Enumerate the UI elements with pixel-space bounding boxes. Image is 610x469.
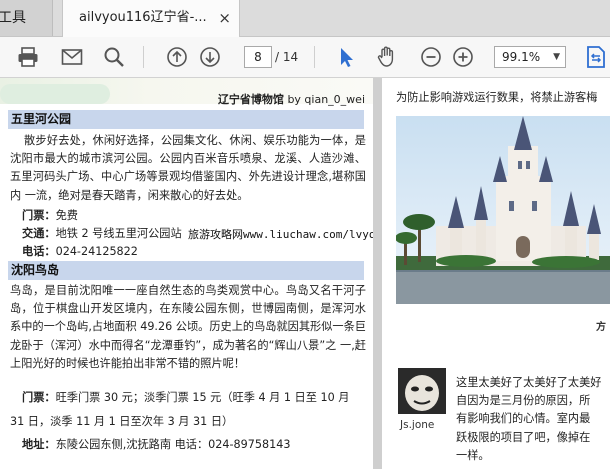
pdf-page-right: 为防止影响游戏运行数果，将禁止游客梅 方 Js.jone 这里太美好了太美好了太… [382,78,610,469]
tab-bar: 工具 ailvyou116辽宁省-... × [0,0,610,37]
document-viewport[interactable]: 辽宁省博物馆 by qian_0_wei 五里河公园 散步好去处，休闲好选择，公… [0,78,610,469]
watermark-text: 旅游攻略网www.liuchaw.com/lvyou/ailvyou [188,228,373,241]
page-total: / 14 [275,50,299,64]
address-line: 地址：东陵公园东侧,沈抚路南 电话：024-89758143 [22,438,291,451]
select-tool-icon[interactable] [334,45,358,69]
toolbar-separator [314,46,315,68]
zoom-in-icon[interactable] [451,45,475,69]
tab-document-label: ailvyou116辽宁省-... [79,10,207,25]
photo-caption: 方 [596,322,606,333]
comment-line: 跃极限的项目了吧，像掉在 [456,430,591,444]
section-body: 鸟岛，是目前沈阳唯一一座自然生态的鸟类观赏中心。鸟岛又名干河子岛，位于棋盘山开发… [10,284,366,370]
zoom-value: 99.1% [502,50,541,64]
page-number-input[interactable]: 8 [244,46,272,68]
comment-line: 自因为是三月份的原因，所 [456,394,591,408]
hand-tool-icon[interactable] [375,45,399,69]
section-heading: 沈阳鸟岛 [8,261,364,280]
section-heading: 五里河公园 [8,110,364,129]
zoom-select[interactable]: 99.1% ▼ [494,46,566,68]
chevron-down-icon: ▼ [553,52,560,62]
ticket-line-continued: 31 日，淡季 11 月 1 日至次年 3 月 31 日） [10,415,234,428]
comment-line: 一样。 [456,448,490,462]
ticket-line: 门票：旺季门票 30 元；淡季门票 15 元（旺季 4 月 1 日至 10 月 [22,391,350,404]
comment-text: 这里太美好了太美好了太美好 自因为是三月份的原因，所 有影响我们的心情。室内最 … [456,374,610,465]
avatar [398,368,446,414]
tab-tools[interactable]: 工具 [0,0,53,36]
next-page-icon[interactable] [198,45,222,69]
email-icon[interactable] [60,45,84,69]
page-gap [373,78,382,469]
section-body: 散步好去处，休闲好选择，公园集文化、休闲、娱乐功能为一体，是 沈阳市最大的城市滨… [10,134,366,202]
print-icon[interactable] [16,45,40,69]
close-icon[interactable]: × [218,0,231,36]
pdf-page-left: 辽宁省博物馆 by qian_0_wei 五里河公园 散步好去处，休闲好选择，公… [0,78,373,469]
photo-caption: 辽宁省博物馆 by qian_0_wei [217,93,365,106]
fit-page-icon[interactable] [584,45,608,69]
castle-photo [395,116,610,304]
ticket-line: 门票：免费 [22,209,78,222]
comment-line: 这里太美好了太美好了太美好 [456,376,602,389]
zoom-out-icon[interactable] [419,45,443,69]
phone-line: 电话：024-24125822 [22,245,138,258]
tab-tools-label: 工具 [0,10,26,26]
transport-line: 交通：地铁 2 号线五里河公园站 [22,227,182,240]
comment-line: 有影响我们的心情。室内最 [456,412,591,426]
toolbar-separator [143,46,144,68]
toolbar: 8 / 14 99.1% ▼ [0,37,610,78]
avatar-name: Js.jone [400,419,435,431]
search-icon[interactable] [102,45,126,69]
tab-document[interactable]: ailvyou116辽宁省-... × [62,0,240,37]
page-text: 为防止影响游戏运行数果，将禁止游客梅 [396,91,598,104]
prev-page-icon[interactable] [165,45,189,69]
